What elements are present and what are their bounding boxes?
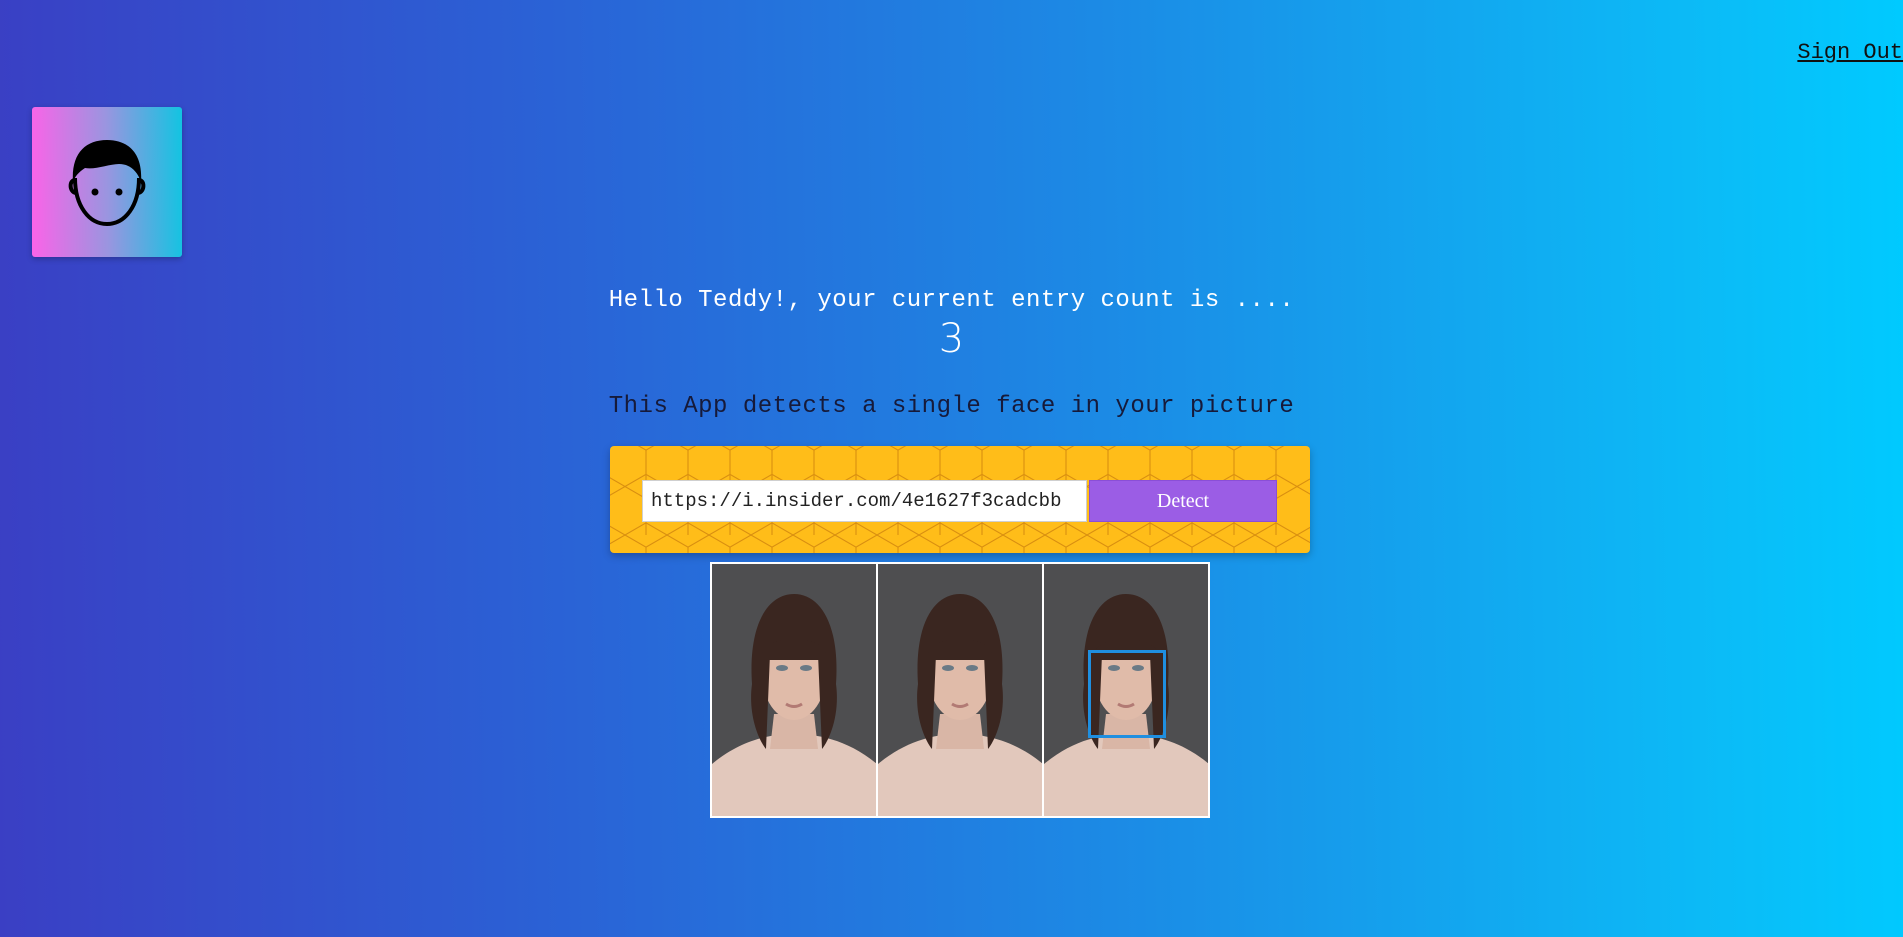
portrait-panel-middle bbox=[878, 564, 1042, 816]
portrait-panel-left bbox=[712, 564, 876, 816]
greeting-text: Hello Teddy!, your current entry count i… bbox=[608, 287, 1295, 314]
app-tagline: This App detects a single face in your p… bbox=[608, 393, 1295, 420]
face-bounding-box bbox=[1088, 650, 1166, 738]
result-image bbox=[710, 562, 1210, 818]
url-form-panel: Detect bbox=[610, 446, 1310, 553]
app-logo bbox=[32, 107, 182, 257]
sign-out-link[interactable]: Sign Out bbox=[1797, 40, 1903, 65]
image-url-input[interactable] bbox=[642, 480, 1087, 522]
entry-count: 3 bbox=[938, 316, 965, 362]
face-icon bbox=[68, 140, 146, 227]
portrait-panel-right bbox=[1044, 564, 1208, 816]
detect-button[interactable]: Detect bbox=[1089, 480, 1277, 522]
